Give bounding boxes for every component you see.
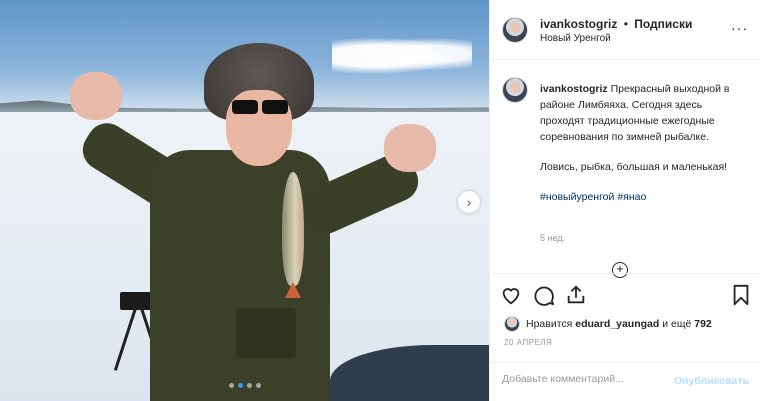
- likes-prefix: Нравится: [526, 318, 573, 330]
- post-date[interactable]: 20 АПРЕЛЯ: [504, 338, 552, 347]
- carousel-dot: [247, 383, 252, 388]
- avatar[interactable]: [504, 316, 520, 332]
- separator: •: [623, 17, 628, 31]
- likes-count[interactable]: 792: [694, 318, 712, 330]
- comment-icon[interactable]: [533, 284, 555, 306]
- time-ago[interactable]: 5 нед.: [540, 233, 565, 243]
- carousel-dot: [256, 383, 261, 388]
- likes-line: Нравится eduard_yaungad и ещё 792: [504, 316, 712, 332]
- share-icon[interactable]: [565, 284, 587, 306]
- caption-text-2: Ловись, рыбка, большая и маленькая!: [540, 161, 728, 173]
- comment-input[interactable]: [502, 373, 662, 385]
- caption: ivankostogriz Прекрасный выходной в райо…: [540, 81, 740, 219]
- follow-button[interactable]: Подписки: [634, 17, 692, 31]
- more-options-icon[interactable]: ···: [731, 20, 748, 36]
- avatar[interactable]: [502, 17, 528, 43]
- hashtag-link[interactable]: #янао: [617, 191, 646, 203]
- jacket-pocket: [236, 308, 296, 358]
- caption-username[interactable]: ivankostogriz: [540, 83, 608, 95]
- sunglasses: [230, 100, 290, 114]
- hashtags: #новыйуренгой #янао: [540, 189, 740, 205]
- bookmark-icon[interactable]: [730, 284, 752, 306]
- cloud: [332, 34, 472, 74]
- header-user-line: ivankostogriz • Подписки: [540, 17, 692, 31]
- hashtag-link[interactable]: #новыйуренгой: [540, 191, 614, 203]
- actions-section: Нравится eduard_yaungad и ещё 792 20 АПР…: [490, 273, 760, 401]
- right-fist: [384, 124, 436, 172]
- carousel-dot-active: [238, 383, 243, 388]
- next-photo-arrow-icon[interactable]: ›: [458, 191, 480, 213]
- likes-user[interactable]: eduard_yaungad: [575, 318, 659, 330]
- carousel-dots: [229, 383, 261, 388]
- jacket: [150, 150, 330, 401]
- comment-form: Опубликовать: [490, 362, 760, 401]
- publish-button[interactable]: Опубликовать: [674, 375, 749, 387]
- left-fist: [70, 72, 122, 120]
- post-photo[interactable]: ›: [0, 0, 489, 401]
- avatar[interactable]: [502, 77, 528, 103]
- header-username[interactable]: ivankostogriz: [540, 17, 617, 31]
- location-link[interactable]: Новый Уренгой: [540, 33, 611, 44]
- perch-fish: [282, 172, 304, 286]
- likes-mid: и ещё: [662, 318, 692, 330]
- heart-icon[interactable]: [500, 284, 522, 306]
- post-side-panel: ivankostogriz • Подписки Новый Уренгой ·…: [489, 0, 760, 401]
- action-icons: [500, 284, 752, 308]
- carousel-dot: [229, 383, 234, 388]
- caption-area: ivankostogriz Прекрасный выходной в райо…: [490, 61, 760, 278]
- post-header: ivankostogriz • Подписки Новый Уренгой ·…: [490, 0, 760, 60]
